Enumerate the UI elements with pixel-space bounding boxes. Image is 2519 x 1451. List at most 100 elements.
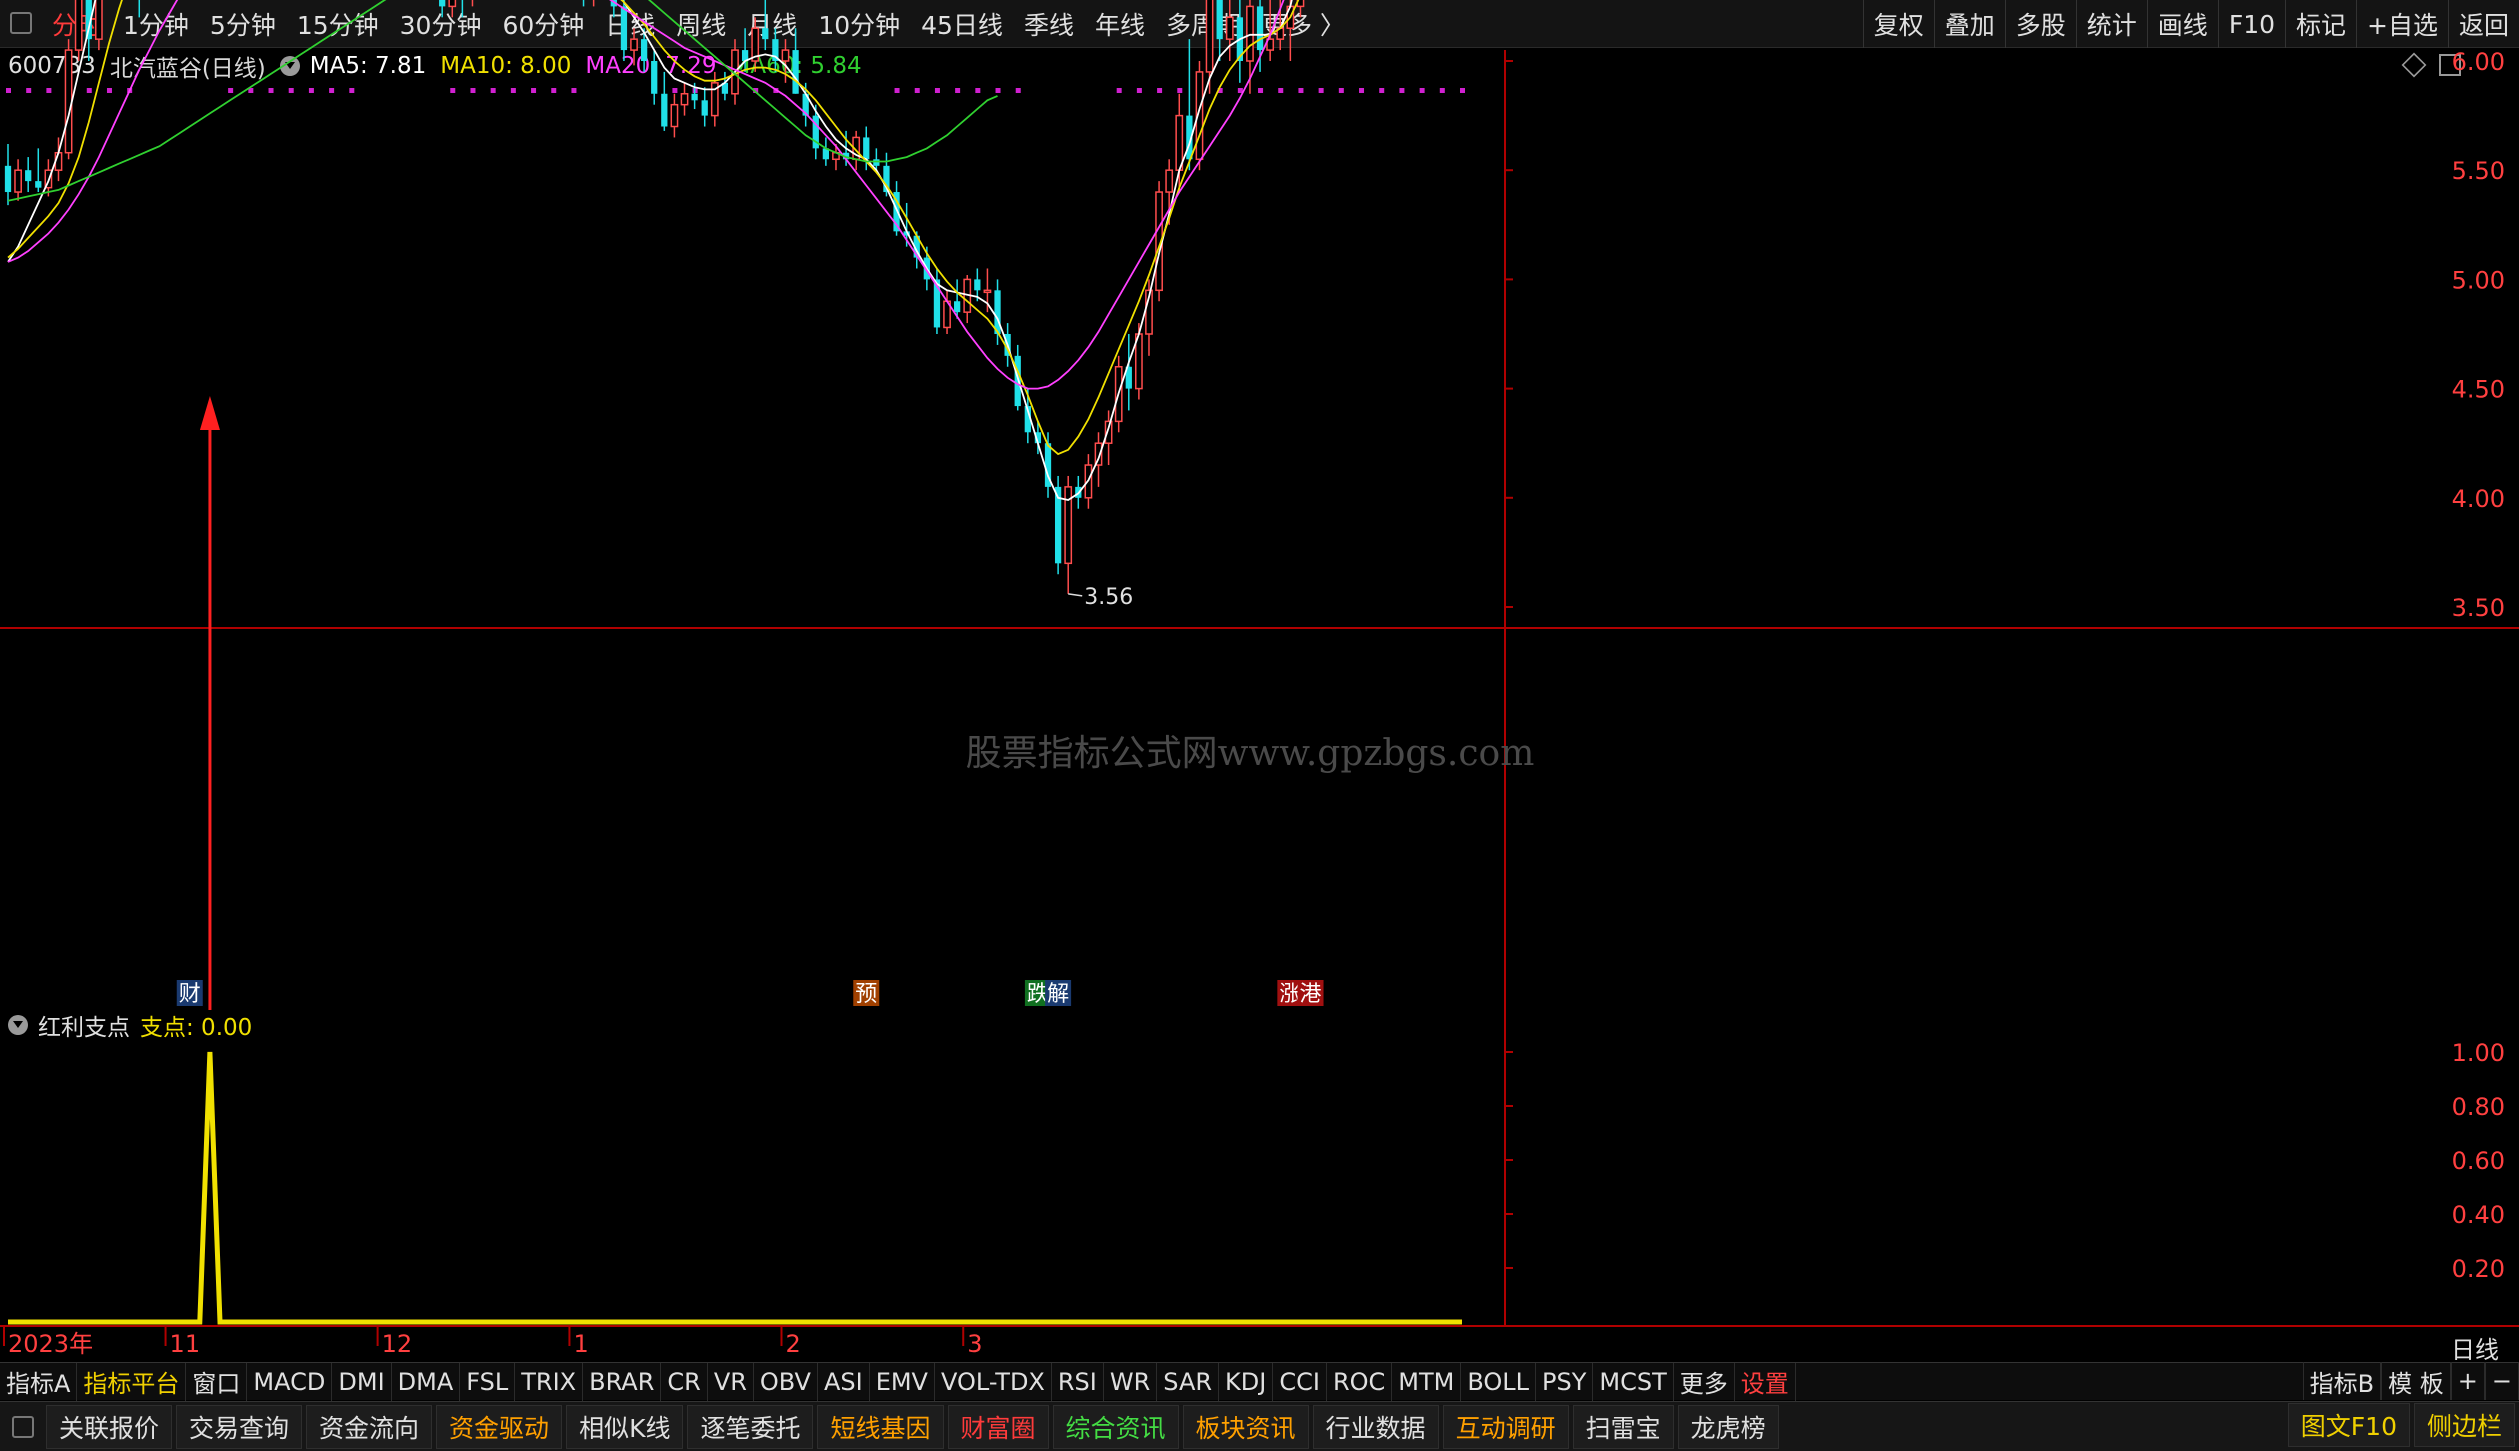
indicator-tab[interactable]: SAR bbox=[1157, 1362, 1220, 1401]
indicator-right-tab[interactable]: 模 板 bbox=[2381, 1362, 2451, 1400]
signal-dot bbox=[1359, 88, 1365, 93]
candle-body-up bbox=[781, 49, 790, 62]
candle-body-down bbox=[1256, 6, 1264, 51]
function-tab[interactable]: 关联报价 bbox=[46, 1404, 173, 1449]
signal-dot bbox=[349, 88, 355, 93]
signal-dot bbox=[894, 88, 900, 93]
indicator-tab[interactable]: 指标A bbox=[0, 1362, 78, 1401]
buy-arrow bbox=[199, 396, 220, 1010]
price-tick-label: 5.00 bbox=[2452, 266, 2505, 294]
candle-body-down bbox=[954, 301, 961, 313]
sub-panel-header: 红利支点 支点: 0.00 bbox=[0, 1008, 252, 1042]
ma60-line bbox=[7, 0, 998, 202]
indicator-tab[interactable]: VOL-TDX bbox=[935, 1362, 1052, 1401]
indicator-tab[interactable]: 窗口 bbox=[186, 1362, 248, 1401]
function-tab[interactable]: 扫雷宝 bbox=[1572, 1404, 1674, 1449]
candle-body-up bbox=[1175, 114, 1184, 171]
candle-body-up bbox=[94, 0, 103, 40]
date-label: 11 bbox=[170, 1330, 201, 1358]
function-tab[interactable]: 短线基因 bbox=[817, 1404, 944, 1449]
date-axis: 2023年 11 12 1 2 3 bbox=[3, 1326, 983, 1358]
price-axis: 8.508.007.507.006.506.005.505.004.504.00… bbox=[1505, 48, 2505, 622]
indicator-tab[interactable]: 指标平台 bbox=[77, 1362, 187, 1401]
function-tab[interactable]: 龙虎榜 bbox=[1677, 1404, 1779, 1449]
function-tab[interactable]: 行业数据 bbox=[1312, 1404, 1439, 1449]
date-label: 3 bbox=[967, 1330, 982, 1358]
signal-dot bbox=[1318, 88, 1324, 93]
indicator-tab[interactable]: DMI bbox=[332, 1362, 392, 1401]
sub-dropdown-circle-icon[interactable] bbox=[8, 1015, 28, 1035]
function-right-tabs: 图文F10 侧边栏 bbox=[2287, 1403, 2519, 1449]
signal-dot bbox=[1278, 88, 1284, 93]
indicator-tab[interactable]: 设置 bbox=[1735, 1362, 1796, 1401]
signal-dot bbox=[6, 88, 11, 93]
indicator-right-tab[interactable]: 指标B bbox=[2302, 1362, 2382, 1400]
candle-body-up bbox=[983, 289, 992, 294]
candle-body-down bbox=[994, 290, 1001, 334]
sub-indicator bbox=[8, 1051, 1462, 1325]
event-marker: 预 bbox=[855, 982, 877, 1007]
indicator-tab[interactable]: VR bbox=[708, 1362, 754, 1401]
indicator-tab[interactable]: 更多 bbox=[1674, 1362, 1735, 1401]
indicator-tab[interactable]: WR bbox=[1104, 1362, 1158, 1401]
function-right-tab[interactable]: 侧边栏 bbox=[2413, 1403, 2515, 1447]
signal-dot bbox=[1419, 88, 1425, 93]
indicator-tab[interactable]: KDJ bbox=[1219, 1362, 1274, 1401]
event-marker: 港 bbox=[1300, 982, 1322, 1007]
indicator-right-tab[interactable]: − bbox=[2484, 1362, 2519, 1400]
arrow-head bbox=[199, 396, 220, 430]
candle-body-down bbox=[974, 279, 981, 291]
function-tab[interactable]: 板块资讯 bbox=[1182, 1404, 1309, 1449]
candle-body-up bbox=[1246, 5, 1254, 62]
candle-body-down bbox=[620, 6, 628, 51]
function-tab[interactable]: 资金流向 bbox=[306, 1404, 433, 1449]
indicator-tab[interactable]: ASI bbox=[818, 1362, 870, 1401]
indicator-tab[interactable]: PSY bbox=[1536, 1362, 1594, 1401]
indicator-tab[interactable]: TRIX bbox=[515, 1362, 584, 1401]
signal-dot bbox=[228, 88, 234, 93]
function-tab[interactable]: 综合资讯 bbox=[1052, 1404, 1179, 1449]
candle-body-down bbox=[873, 159, 880, 166]
indicator-tab[interactable]: MCST bbox=[1593, 1362, 1674, 1401]
indicator-tab[interactable]: CR bbox=[661, 1362, 708, 1401]
indicator-tab[interactable]: EMV bbox=[870, 1362, 935, 1401]
indicator-tab[interactable]: CCI bbox=[1273, 1362, 1327, 1401]
function-right-tab[interactable]: 图文F10 bbox=[2287, 1403, 2410, 1447]
price-tick-label: 3.50 bbox=[2452, 594, 2505, 622]
ma20-line bbox=[7, 0, 1285, 390]
indicator-tab[interactable]: MTM bbox=[1392, 1362, 1462, 1401]
function-bar: 关联报价 交易查询 资金流向 资金驱动 相似K线 逐笔委托 短线基因 财富圈 综合资讯 板块资讯行… bbox=[0, 1401, 2519, 1451]
function-tab[interactable]: 资金驱动 bbox=[436, 1404, 563, 1449]
function-tab[interactable]: 互动调研 bbox=[1442, 1404, 1569, 1449]
signal-dot bbox=[672, 88, 678, 93]
indicator-tab[interactable]: BRAR bbox=[583, 1362, 662, 1401]
candle-body-up bbox=[670, 103, 679, 128]
indicator-tab[interactable]: BOLL bbox=[1461, 1362, 1537, 1401]
indicator-tab[interactable]: OBV bbox=[754, 1362, 818, 1401]
indicator-tab[interactable]: FSL bbox=[460, 1362, 516, 1401]
indicator-tab[interactable]: RSI bbox=[1052, 1362, 1104, 1401]
indicator-right-tab[interactable]: + bbox=[2450, 1362, 2485, 1400]
sub-indicator-line bbox=[8, 1051, 1462, 1325]
candle-body-down bbox=[701, 100, 708, 116]
signal-dot bbox=[46, 88, 52, 93]
sub-title: 红利支点 bbox=[38, 1015, 130, 1041]
function-menu-icon[interactable] bbox=[12, 1415, 34, 1438]
signal-dot bbox=[531, 88, 537, 93]
function-tab[interactable]: 交易查询 bbox=[176, 1404, 303, 1449]
function-tab[interactable]: 相似K线 bbox=[566, 1404, 684, 1449]
function-tab[interactable]: 财富圈 bbox=[947, 1404, 1049, 1449]
sub-axis: 1.00 0.80 0.60 0.40 0.20 bbox=[1505, 1039, 2505, 1283]
signal-dot bbox=[450, 88, 456, 93]
indicator-tab[interactable]: ROC bbox=[1327, 1362, 1393, 1401]
candle-body-down bbox=[640, 39, 648, 61]
candle-body-down bbox=[651, 61, 658, 94]
signal-dot bbox=[551, 88, 557, 93]
kline-chart[interactable]: 股票指标公式网www.gpzbgs.com 8.563.56 财预跌解涨港 8.… bbox=[0, 0, 2519, 1362]
indicator-tab[interactable]: MACD bbox=[247, 1362, 333, 1401]
function-tab[interactable]: 逐笔委托 bbox=[687, 1404, 814, 1449]
signal-dot bbox=[975, 88, 981, 93]
signal-dot bbox=[995, 88, 1001, 93]
indicator-tab[interactable]: DMA bbox=[392, 1362, 461, 1401]
candle-body-up bbox=[1205, 0, 1214, 73]
